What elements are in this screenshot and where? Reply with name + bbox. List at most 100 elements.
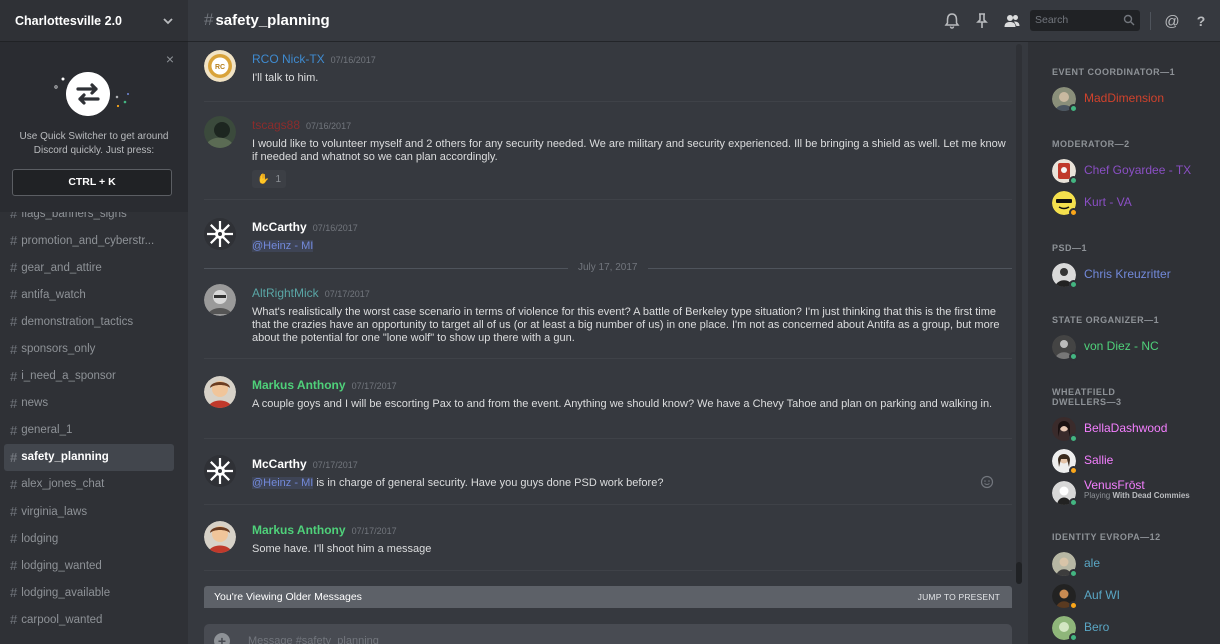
member-name: Chris Kreuzritter bbox=[1084, 267, 1171, 281]
add-reaction-icon[interactable] bbox=[980, 475, 994, 489]
scrollbar-track[interactable] bbox=[1016, 44, 1022, 584]
member-name: Sallie bbox=[1084, 453, 1114, 467]
message-author[interactable]: Markus Anthony bbox=[252, 523, 346, 537]
message-timestamp: 07/17/2017 bbox=[324, 289, 370, 299]
quick-switcher-tip: × Use Quick Switcher to get around Disco… bbox=[0, 42, 188, 212]
member-item[interactable]: VenusFrōst Playing With Dead Commies bbox=[1052, 478, 1212, 507]
avatar[interactable]: RC bbox=[204, 50, 236, 82]
message-text: I'll talk to him. bbox=[252, 72, 319, 84]
channel-label: alex_jones_chat bbox=[21, 478, 105, 491]
hash-icon: # bbox=[10, 422, 18, 438]
channel-item[interactable]: # virginia_laws bbox=[4, 498, 174, 525]
message-author[interactable]: tscags88 bbox=[252, 118, 300, 132]
pin-icon[interactable] bbox=[973, 12, 991, 30]
message-author[interactable]: McCarthy bbox=[252, 457, 307, 471]
role-header: MODERATOR—2 bbox=[1052, 139, 1130, 149]
avatar[interactable] bbox=[204, 218, 236, 250]
older-messages-text: You're Viewing Older Messages bbox=[214, 591, 362, 603]
status-idle-icon bbox=[1069, 466, 1078, 475]
message-author[interactable]: McCarthy bbox=[252, 220, 307, 234]
channel-item[interactable]: # promotion_and_cyberstr... bbox=[4, 227, 174, 254]
member-name: von Diez - NC bbox=[1084, 339, 1159, 353]
mention-icon[interactable]: @ bbox=[1163, 12, 1181, 30]
channel-item[interactable]: # news bbox=[4, 390, 174, 417]
day-label: July 17, 2017 bbox=[578, 262, 638, 273]
channel-label: lodging bbox=[21, 532, 59, 545]
hash-icon: # bbox=[10, 368, 18, 384]
avatar[interactable] bbox=[204, 521, 236, 553]
message-author[interactable]: AltRightMick bbox=[252, 286, 319, 300]
server-name: Charlottesville 2.0 bbox=[15, 13, 122, 28]
message-text: I would like to volunteer myself and 2 o… bbox=[252, 138, 1006, 163]
status-online-icon bbox=[1069, 498, 1078, 507]
status-online-icon bbox=[1069, 104, 1078, 113]
member-item[interactable]: Chris Kreuzritter bbox=[1052, 263, 1212, 289]
message-text: A couple goys and I will be escorting Pa… bbox=[252, 398, 993, 410]
avatar[interactable] bbox=[204, 284, 236, 316]
hash-icon: # bbox=[10, 260, 18, 276]
message-author[interactable]: RCO Nick-TX bbox=[252, 52, 325, 66]
channel-label: virginia_laws bbox=[21, 505, 88, 518]
channel-item[interactable]: # gear_and_attire bbox=[4, 254, 174, 281]
hash-icon: # bbox=[10, 233, 18, 249]
member-activity: Playing With Dead Commies bbox=[1084, 491, 1190, 500]
message-composer[interactable]: + Message #safety_planning bbox=[204, 624, 1012, 644]
reaction[interactable]: ✋ 1 bbox=[252, 170, 287, 188]
older-messages-bar[interactable]: You're Viewing Older Messages JUMP TO PR… bbox=[204, 586, 1012, 608]
user-mention[interactable]: @Heinz - MI bbox=[252, 477, 314, 489]
member-item[interactable]: Auf WI bbox=[1052, 584, 1212, 610]
member-item[interactable]: BellaDashwood bbox=[1052, 417, 1212, 443]
chevron-down-icon bbox=[163, 17, 173, 24]
member-item[interactable]: Bero bbox=[1052, 616, 1212, 642]
bell-icon[interactable] bbox=[943, 12, 961, 30]
channel-label: general_1 bbox=[21, 424, 73, 437]
member-item[interactable]: von Diez - NC bbox=[1052, 335, 1212, 361]
channel-item[interactable]: # carpool_wanted bbox=[4, 606, 174, 633]
channel-item[interactable]: # demonstration_tactics bbox=[4, 308, 174, 335]
avatar[interactable] bbox=[204, 376, 236, 408]
sparkle-icon bbox=[54, 77, 129, 108]
member-name: Chef Goyardee - TX bbox=[1084, 163, 1192, 177]
member-item[interactable]: Kurt - VA bbox=[1052, 191, 1212, 217]
message-divider bbox=[204, 101, 1012, 102]
channel-sidebar: # flags_banners_signs # promotion_and_cybe… bbox=[0, 0, 188, 644]
channel-item[interactable]: # sponsors_only bbox=[4, 335, 174, 362]
channel-item[interactable]: # lodging_available bbox=[4, 579, 174, 606]
member-item[interactable]: MadDimension bbox=[1052, 87, 1212, 113]
server-header[interactable]: Charlottesville 2.0 bbox=[0, 0, 188, 42]
channel-label: safety_planning bbox=[21, 451, 109, 464]
channel-item[interactable]: # alex_jones_chat bbox=[4, 471, 174, 498]
member-name: Bero bbox=[1084, 620, 1110, 634]
search-input[interactable]: Search bbox=[1030, 10, 1140, 31]
jump-to-present-button[interactable]: JUMP TO PRESENT bbox=[918, 586, 1000, 608]
role-header: IDENTITY EVROPA—12 bbox=[1052, 532, 1161, 542]
message-timestamp: 07/17/2017 bbox=[312, 460, 358, 470]
status-online-icon bbox=[1069, 633, 1078, 642]
member-item[interactable]: ale bbox=[1052, 552, 1212, 578]
channel-item[interactable]: # lodging bbox=[4, 525, 174, 552]
member-item[interactable]: Sallie bbox=[1052, 449, 1212, 475]
channel-item[interactable]: # general_1 bbox=[4, 417, 174, 444]
message-timestamp: 07/17/2017 bbox=[351, 381, 397, 391]
search-placeholder: Search bbox=[1035, 14, 1069, 26]
channel-label: lodging_available bbox=[21, 586, 111, 599]
message-author[interactable]: Markus Anthony bbox=[252, 378, 346, 392]
role-header: PSD—1 bbox=[1052, 243, 1088, 253]
help-icon[interactable]: ? bbox=[1192, 12, 1210, 30]
scrollbar-thumb[interactable] bbox=[1016, 562, 1022, 584]
member-item[interactable]: Chef Goyardee - TX bbox=[1052, 159, 1212, 185]
message-timestamp: 07/16/2017 bbox=[312, 223, 358, 233]
user-mention[interactable]: @Heinz - MI bbox=[252, 240, 314, 252]
hash-icon: # bbox=[10, 504, 18, 520]
channel-item[interactable]: # i_need_a_sponsor bbox=[4, 363, 174, 390]
header-divider bbox=[1150, 12, 1151, 30]
message-text: What's realistically the worst case scen… bbox=[252, 306, 1000, 344]
channel-item-active[interactable]: # safety_planning bbox=[4, 443, 174, 471]
upload-icon[interactable]: + bbox=[214, 633, 230, 644]
avatar[interactable] bbox=[204, 116, 236, 148]
channel-item[interactable]: # antifa_watch bbox=[4, 281, 174, 308]
hash-icon: # bbox=[10, 558, 18, 574]
members-icon[interactable] bbox=[1003, 12, 1021, 30]
avatar[interactable] bbox=[204, 455, 236, 487]
channel-item[interactable]: # lodging_wanted bbox=[4, 552, 174, 579]
